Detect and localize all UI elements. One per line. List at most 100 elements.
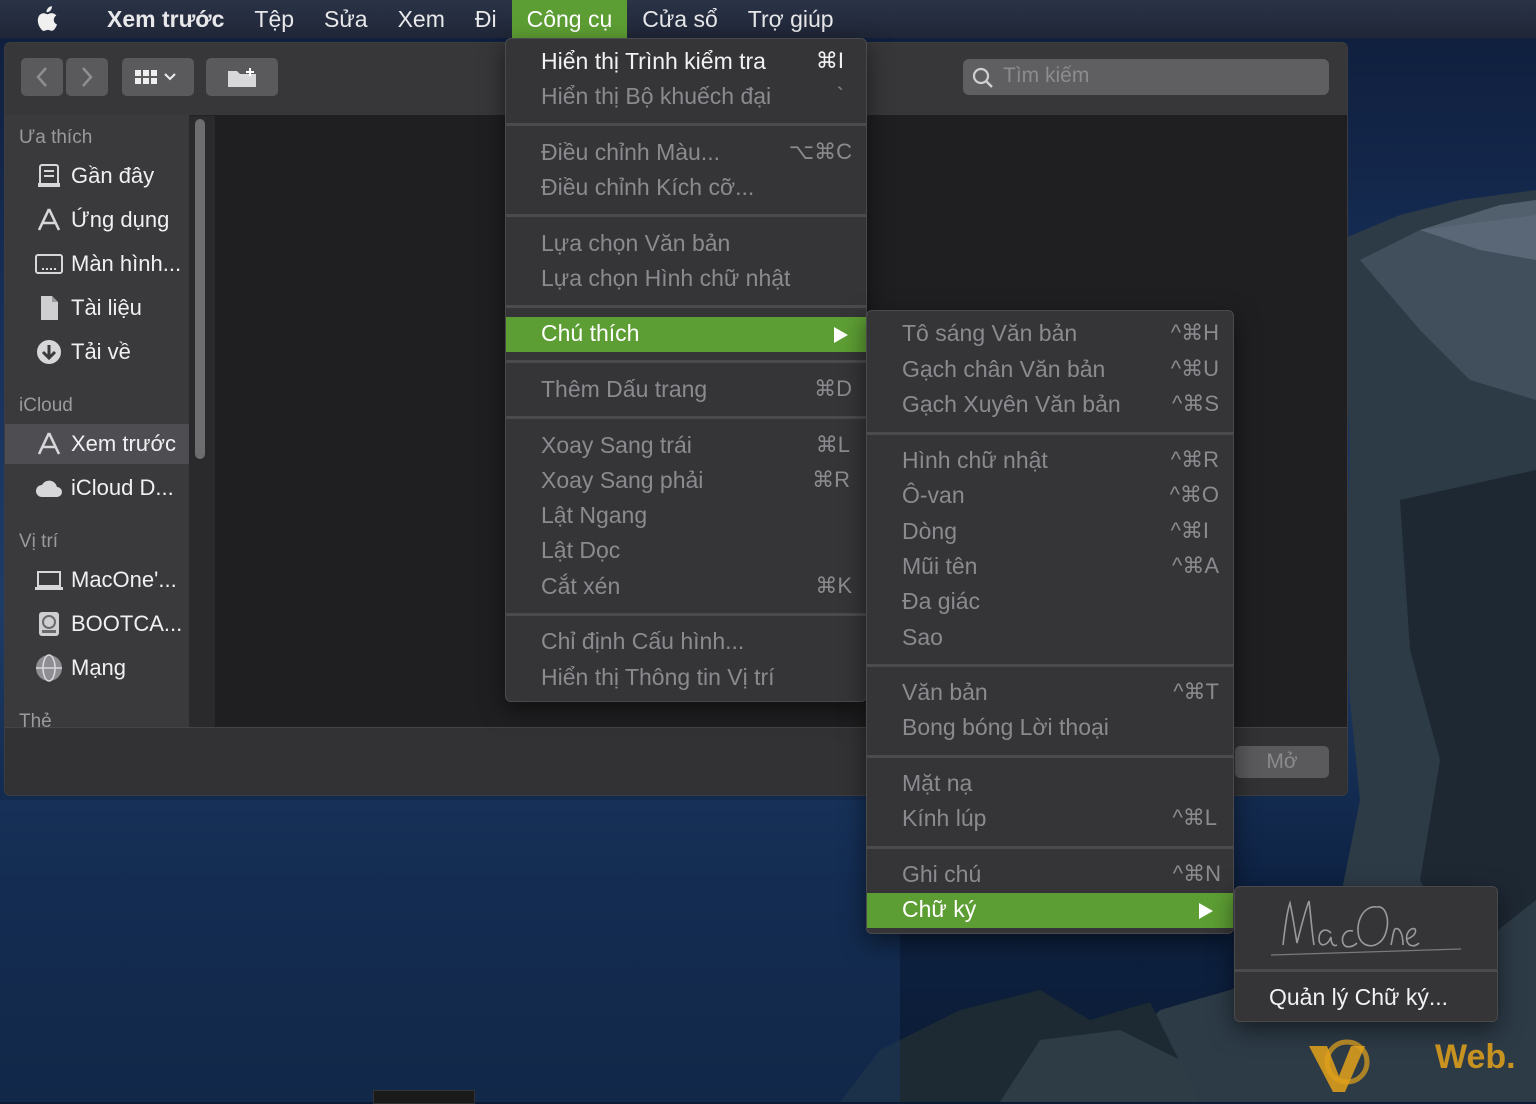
menu-separator: [506, 123, 866, 126]
sidebar-item-icloud-drive[interactable]: iCloud D...: [5, 468, 189, 508]
menu-tools[interactable]: Công cụ: [511, 0, 628, 38]
menu-item-show-inspector[interactable]: Hiển thị Trình kiểm tra ⌘I: [506, 45, 866, 80]
menu-item-label: Bong bóng Lời thoại: [902, 714, 1109, 740]
menu-file[interactable]: Tệp: [239, 0, 309, 38]
menu-item-rotate-right[interactable]: Xoay Sang phải ⌘R: [506, 464, 866, 499]
menu-item-assign-profile[interactable]: Chỉ định Cấu hình...: [506, 625, 866, 660]
menu-item-signature[interactable]: Chữ ký: [867, 893, 1233, 928]
menu-item-highlight-text[interactable]: Tô sáng Văn bản ^⌘H: [867, 317, 1233, 352]
sidebar-item-documents[interactable]: Tài liệu: [5, 288, 189, 328]
menu-item-shortcut: `: [836, 83, 844, 108]
menu-item-adjust-size[interactable]: Điều chỉnh Kích cỡ...: [506, 171, 866, 206]
menu-item-shortcut: ⌥⌘C: [788, 139, 852, 164]
forward-button[interactable]: [66, 58, 108, 96]
menu-item-shortcut: ^⌘T: [1173, 679, 1219, 704]
menu-item-crop[interactable]: Cắt xén ⌘K: [506, 570, 866, 605]
menu-view[interactable]: Xem: [383, 0, 460, 38]
menu-item-label: Lựa chọn Văn bản: [541, 230, 731, 256]
menu-item-shortcut: ⌘K: [815, 573, 852, 598]
menu-item-manage-signatures[interactable]: Quản lý Chữ ký...: [1235, 981, 1497, 1016]
menu-item-adjust-color[interactable]: Điều chỉnh Màu... ⌥⌘C: [506, 136, 866, 171]
menu-item-line[interactable]: Dòng ^⌘I: [867, 515, 1233, 550]
menu-item-show-magnifier[interactable]: Hiển thị Bộ khuếch đại `: [506, 80, 866, 115]
menu-item-label: Ghi chú: [902, 861, 982, 887]
menu-item-polygon[interactable]: Đa giác: [867, 585, 1233, 620]
brand-watermark: Web.: [1305, 1032, 1530, 1096]
menu-item-flip-vertical[interactable]: Lật Dọc: [506, 534, 866, 569]
sidebar-item-bootcamp[interactable]: BOOTCA...: [5, 604, 189, 644]
search-field[interactable]: Tìm kiếm: [963, 59, 1329, 95]
menu-item-show-location-info[interactable]: Hiển thị Thông tin Vị trí: [506, 661, 866, 696]
menu-item-shortcut: ^⌘O: [1169, 482, 1219, 507]
view-options-button[interactable]: [122, 58, 194, 96]
sidebar-item-network[interactable]: Mạng: [5, 648, 189, 688]
menu-item-oval[interactable]: Ô-van ^⌘O: [867, 479, 1233, 514]
menu-item-text-selection[interactable]: Lựa chọn Văn bản: [506, 227, 866, 262]
menu-item-underline-text[interactable]: Gạch chân Văn bản ^⌘U: [867, 353, 1233, 388]
downloads-icon: [37, 340, 61, 364]
sidebar-item-recents[interactable]: Gần đây: [5, 156, 189, 196]
apple-logo-icon[interactable]: [34, 5, 58, 33]
cloud-icon: [36, 480, 62, 497]
menu-item-annotate[interactable]: Chú thích: [506, 317, 866, 352]
sidebar-item-label: Xem trước: [71, 431, 176, 456]
menu-item-arrow[interactable]: Mũi tên ^⌘A: [867, 550, 1233, 585]
menu-item-shortcut: ^⌘S: [1172, 391, 1219, 416]
menu-window[interactable]: Cửa sổ: [627, 0, 732, 38]
new-folder-button[interactable]: [206, 58, 278, 96]
menu-item-rectangle[interactable]: Hình chữ nhật ^⌘R: [867, 444, 1233, 479]
sidebar-item-label: Tài liệu: [71, 295, 142, 320]
menu-item-star[interactable]: Sao: [867, 621, 1233, 656]
sidebar-item-macbook[interactable]: MacOne'...: [5, 560, 189, 600]
menu-item-label: Chữ ký: [902, 896, 977, 922]
menu-item-rotate-left[interactable]: Xoay Sang trái ⌘L: [506, 429, 866, 464]
sidebar: Ưa thích Gần đây Ứng dụng Màn hình... Tà…: [5, 115, 189, 732]
menu-separator: [867, 432, 1233, 435]
menu-edit[interactable]: Sửa: [309, 0, 383, 38]
menu-item-add-bookmark[interactable]: Thêm Dấu trang ⌘D: [506, 373, 866, 408]
menu-help[interactable]: Trợ giúp: [733, 0, 849, 38]
annotate-submenu: Tô sáng Văn bản ^⌘H Gạch chân Văn bản ^⌘…: [866, 310, 1234, 934]
sidebar-item-applications[interactable]: Ứng dụng: [5, 200, 189, 240]
menu-item-flip-horizontal[interactable]: Lật Ngang: [506, 499, 866, 534]
menu-item-loupe[interactable]: Kính lúp ^⌘L: [867, 802, 1233, 837]
sidebar-item-label: BOOTCA...: [71, 611, 183, 636]
menu-item-label: Lựa chọn Hình chữ nhật: [541, 265, 791, 291]
search-placeholder: Tìm kiếm: [1003, 64, 1090, 87]
menu-item-label: Xoay Sang trái: [541, 432, 692, 458]
menu-separator: [1235, 969, 1497, 972]
menu-item-strikethrough-text[interactable]: Gạch Xuyên Văn bản ^⌘S: [867, 388, 1233, 423]
sidebar-item-preview[interactable]: Xem trước: [5, 424, 189, 464]
menu-item-note[interactable]: Ghi chú ^⌘N: [867, 858, 1233, 893]
menu-go[interactable]: Đi: [460, 0, 512, 38]
back-button[interactable]: [21, 58, 63, 96]
menu-item-mask[interactable]: Mặt nạ: [867, 767, 1233, 802]
chevron-left-icon: [36, 67, 47, 87]
menu-item-label: Điều chỉnh Kích cỡ...: [541, 174, 755, 200]
menu-item-shortcut: ^⌘U: [1170, 356, 1219, 381]
menu-item-label: Kính lúp: [902, 805, 987, 831]
sidebar-heading-locations: Vị trí: [19, 531, 59, 552]
menu-item-rectangular-selection[interactable]: Lựa chọn Hình chữ nhật: [506, 262, 866, 297]
menu-app-name[interactable]: Xem trước: [92, 0, 239, 38]
open-button[interactable]: Mở: [1235, 746, 1329, 778]
menu-item-speech-bubble[interactable]: Bong bóng Lời thoại: [867, 711, 1233, 746]
applications-icon: [37, 208, 61, 231]
menu-item-label: Dòng: [902, 518, 957, 544]
sidebar-item-label: Gần đây: [71, 163, 155, 188]
chevron-right-icon: [82, 67, 93, 87]
sidebar-item-desktop[interactable]: Màn hình...: [5, 244, 189, 284]
sidebar-scrollbar[interactable]: [195, 119, 205, 459]
menu-item-label: Điều chỉnh Màu...: [541, 139, 720, 165]
menu-separator: [867, 846, 1233, 849]
menu-separator: [506, 360, 866, 363]
sidebar-heading-favorites: Ưa thích: [19, 127, 93, 148]
menu-item-label: Sao: [902, 624, 943, 650]
new-folder-icon: [228, 68, 256, 87]
sidebar-item-downloads[interactable]: Tải về: [5, 332, 189, 372]
menu-item-text[interactable]: Văn bản ^⌘T: [867, 676, 1233, 711]
saved-signature[interactable]: [1235, 887, 1497, 967]
desktop-icon: [35, 254, 63, 274]
sidebar-item-label: Màn hình...: [71, 251, 182, 276]
sidebar-item-label: Tải về: [71, 339, 131, 364]
